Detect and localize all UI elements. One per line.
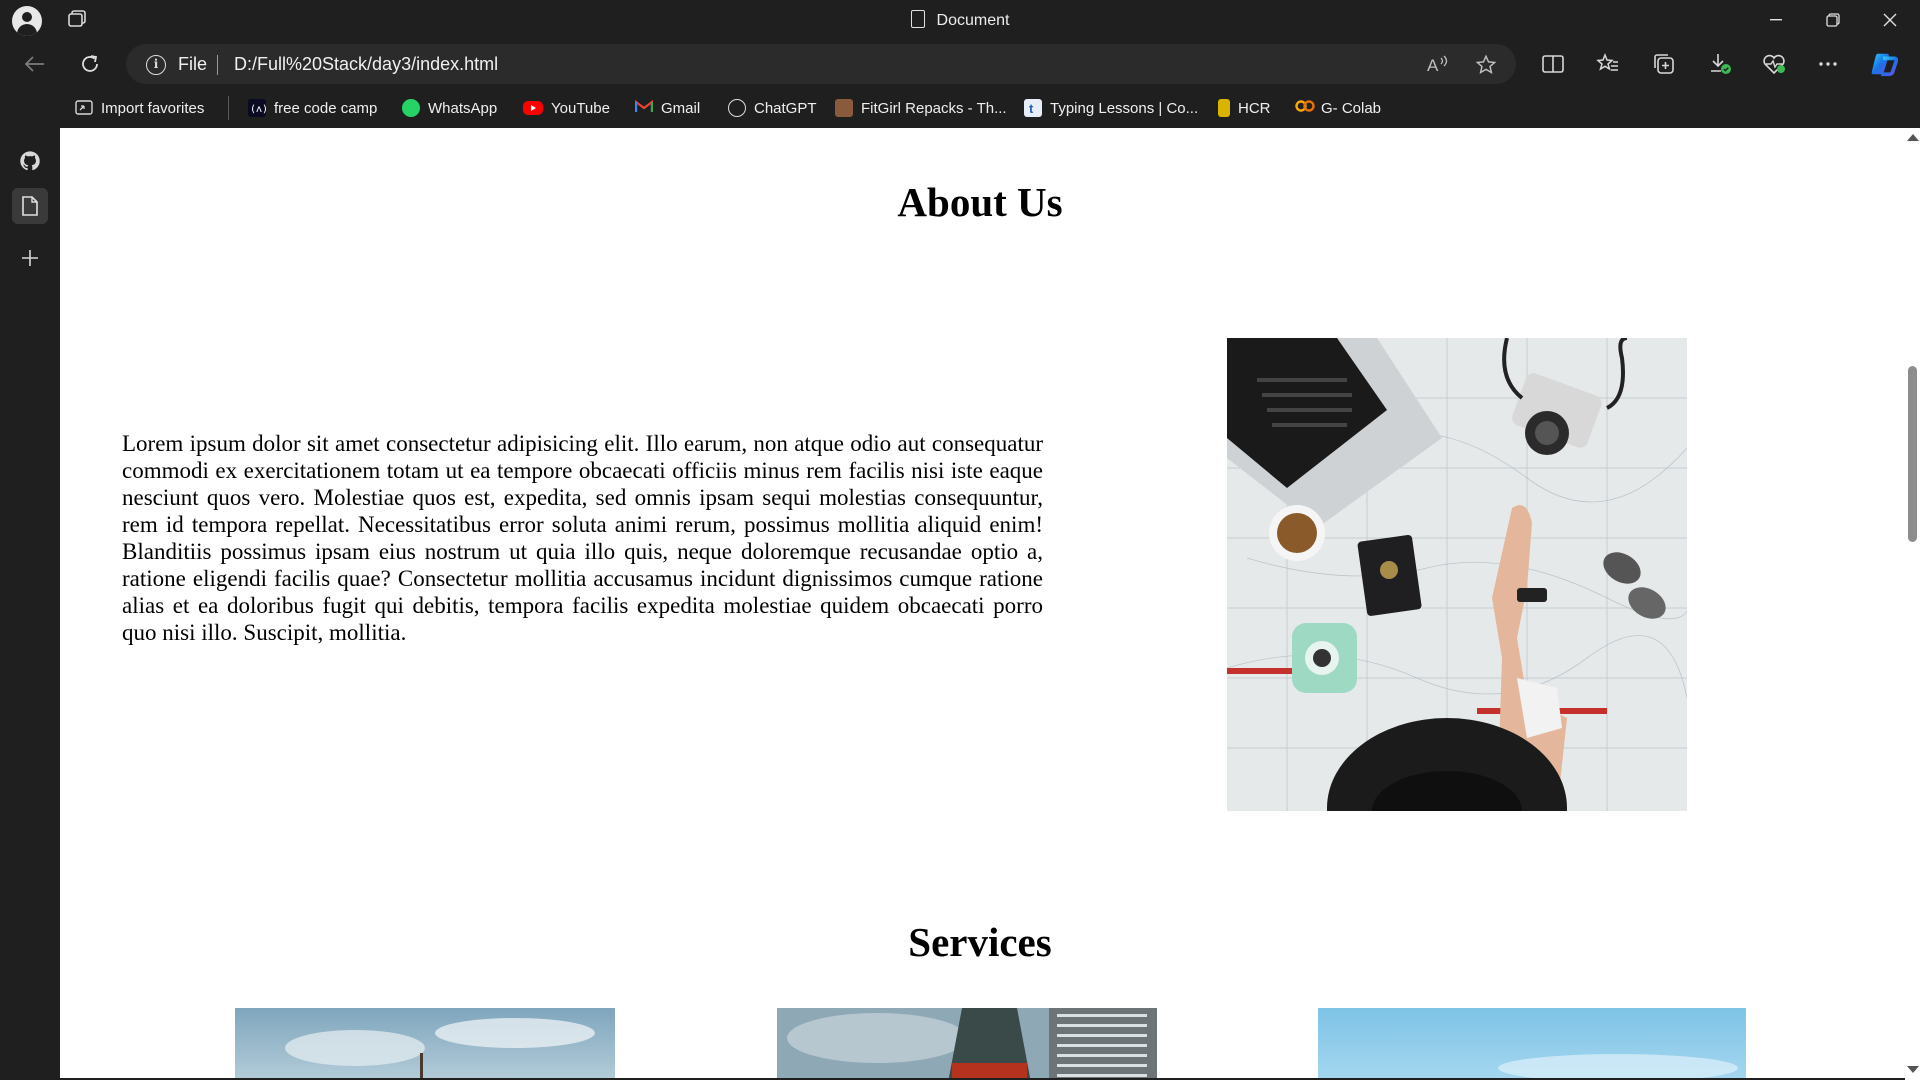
services-heading: Services xyxy=(908,919,1052,965)
about-paragraph: Lorem ipsum dolor sit amet consectetur a… xyxy=(122,431,1043,645)
scheme-label: File xyxy=(178,54,208,74)
favorite-freecodecamp[interactable]: (ʌ) free code camp xyxy=(248,96,377,120)
refresh-icon[interactable] xyxy=(76,50,104,78)
scrollbar-thumb[interactable] xyxy=(1908,366,1917,542)
import-favorites-icon xyxy=(75,99,93,117)
fitgirl-icon xyxy=(835,99,853,117)
copilot-icon[interactable] xyxy=(1870,50,1898,78)
page-viewport: About Us Lorem ipsum dolor sit amet cons… xyxy=(60,128,1905,1078)
favorite-star-icon[interactable] xyxy=(1474,54,1498,76)
downloads-icon[interactable] xyxy=(1706,50,1734,78)
favorite-colab[interactable]: G- Colab xyxy=(1295,96,1381,120)
more-options-icon[interactable] xyxy=(1814,50,1842,78)
github-tab-icon[interactable] xyxy=(12,143,48,179)
svg-text:t: t xyxy=(1029,101,1034,116)
favorite-typing-lessons[interactable]: t Typing Lessons | Co... xyxy=(1024,96,1198,120)
service-image-2 xyxy=(777,1008,1157,1078)
new-tab-plus-icon[interactable] xyxy=(12,240,48,276)
read-aloud-icon[interactable]: A xyxy=(1426,54,1450,76)
close-window-button[interactable] xyxy=(1862,0,1918,40)
gmail-icon xyxy=(634,99,654,117)
favorite-gmail[interactable]: Gmail xyxy=(634,96,700,120)
url-text[interactable]: D:/Full%20Stack/day3/index.html xyxy=(234,54,498,75)
scroll-down-arrow-icon[interactable] xyxy=(1907,1066,1919,1073)
favorite-whatsapp[interactable]: WhatsApp xyxy=(402,96,497,120)
minimize-button[interactable] xyxy=(1748,0,1804,40)
hcr-icon xyxy=(1218,99,1230,117)
svg-text:A: A xyxy=(1427,56,1439,75)
address-bar[interactable]: i File D:/Full%20Stack/day3/index.html A xyxy=(126,44,1516,84)
chatgpt-icon xyxy=(728,99,746,117)
colab-icon xyxy=(1295,99,1315,117)
service-image-1 xyxy=(235,1008,615,1078)
site-info-icon[interactable]: i xyxy=(146,55,166,75)
collections-icon[interactable] xyxy=(1650,50,1678,78)
youtube-icon xyxy=(523,101,543,115)
favorites-bar: Import favorites (ʌ) free code camp What… xyxy=(0,88,1920,128)
freecodecamp-icon: (ʌ) xyxy=(248,99,268,117)
document-tab-icon[interactable] xyxy=(12,188,48,224)
favorite-fitgirl[interactable]: FitGirl Repacks - Th... xyxy=(835,96,1007,120)
whatsapp-icon xyxy=(402,99,420,117)
title-bar: Document xyxy=(0,0,1920,40)
split-screen-icon[interactable] xyxy=(1539,50,1567,78)
typing-icon: t xyxy=(1024,99,1042,117)
vertical-sidebar xyxy=(0,88,60,1080)
service-image-3 xyxy=(1318,1008,1746,1078)
back-arrow-icon[interactable] xyxy=(20,50,48,78)
scroll-up-arrow-icon[interactable] xyxy=(1907,134,1919,141)
about-heading: About Us xyxy=(897,179,1063,225)
favorites-separator xyxy=(228,96,229,120)
favorite-youtube[interactable]: YouTube xyxy=(523,96,610,120)
favorites-list-icon[interactable] xyxy=(1594,50,1622,78)
favorite-hcr[interactable]: HCR xyxy=(1218,96,1271,120)
favorite-chatgpt[interactable]: ChatGPT xyxy=(728,96,817,120)
page-scrollbar[interactable] xyxy=(1905,128,1920,1080)
document-icon xyxy=(910,10,925,28)
address-separator xyxy=(217,55,218,75)
window-title: Document xyxy=(0,10,1920,30)
favorite-import[interactable]: Import favorites xyxy=(75,96,204,120)
svg-text:(ʌ): (ʌ) xyxy=(250,104,266,115)
browser-essentials-icon[interactable] xyxy=(1760,50,1788,78)
restore-button[interactable] xyxy=(1805,0,1861,40)
browser-toolbar: i File D:/Full%20Stack/day3/index.html A xyxy=(0,40,1920,88)
travel-map-image xyxy=(1227,338,1687,811)
